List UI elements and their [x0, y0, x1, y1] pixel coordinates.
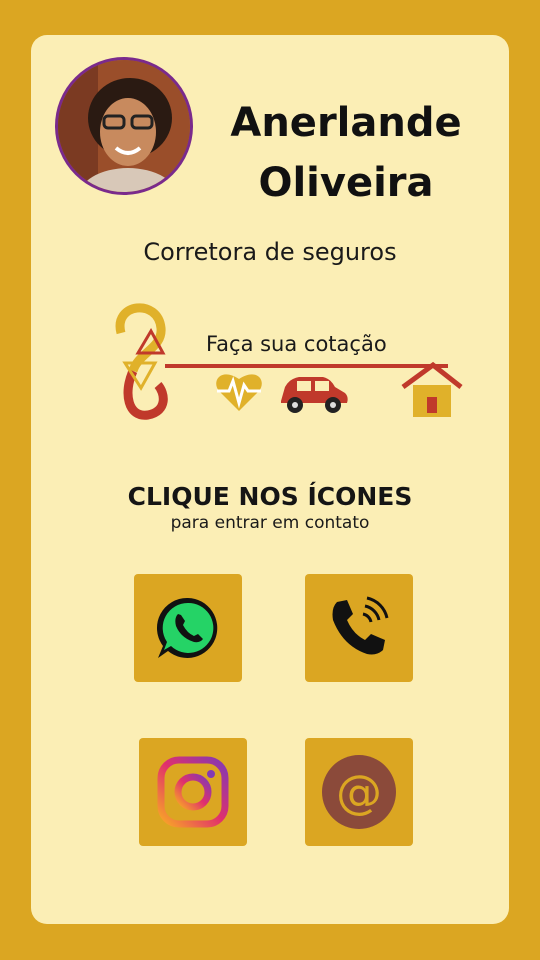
last-name: Oliveira [258, 160, 434, 206]
cta-title: CLIQUE NOS ÍCONES [127, 482, 413, 511]
instagram-button[interactable] [139, 738, 247, 846]
svg-text:@: @ [336, 765, 382, 819]
heart-pulse-icon [216, 374, 262, 411]
profile-name: Anerlande Oliveira [201, 93, 491, 213]
phone-icon [332, 596, 389, 655]
person-photo-icon [58, 60, 190, 192]
car-icon [281, 377, 348, 413]
infinity-logo-icon [115, 303, 168, 420]
whatsapp-icon [156, 597, 218, 658]
email-button[interactable]: @ [305, 738, 413, 846]
avatar [55, 57, 193, 195]
business-card: Anerlande Oliveira Corretora de seguros [31, 35, 509, 924]
quote-text: Faça sua cotação [206, 332, 387, 356]
whatsapp-button[interactable] [134, 574, 242, 682]
insurance-banner [115, 303, 463, 420]
instagram-icon [157, 756, 229, 828]
phone-button[interactable] [305, 574, 413, 682]
email-at-icon: @ [322, 755, 396, 829]
house-icon [401, 361, 463, 417]
profile-role: Corretora de seguros [143, 238, 397, 266]
first-name: Anerlande [230, 100, 462, 146]
cta-subtitle: para entrar em contato [170, 513, 370, 533]
